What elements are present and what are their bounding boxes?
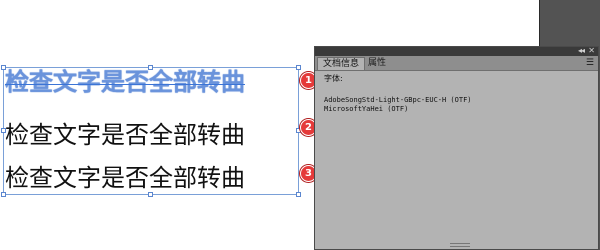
panel-menu-icon[interactable]: ☰ xyxy=(586,58,594,68)
serif-text: 检查文字是否全部转曲 xyxy=(5,121,245,149)
tab-attributes[interactable]: 属性 xyxy=(363,57,391,70)
panel-title-bar[interactable]: ◂◂ ✕ xyxy=(315,46,598,56)
font-list-item: AdobeSongStd-Light-GBpc-EUC-H (OTF) xyxy=(324,96,472,104)
resize-grip-icon[interactable] xyxy=(450,243,470,247)
outlined-text: 检查文字是否全部转曲 xyxy=(5,67,245,96)
panel-tab-bar: 文档信息 属性 ☰ xyxy=(315,56,598,71)
outlined-text-line[interactable]: 检查文字是否全部转曲 xyxy=(5,62,245,97)
serif-text-line[interactable]: 检查文字是否全部转曲 xyxy=(5,115,245,150)
tab-document-info[interactable]: 文档信息 xyxy=(317,57,366,70)
mixed-first-char: 检 xyxy=(5,164,29,192)
mixed-rest-text: 查文字是否全部转曲 xyxy=(29,164,245,192)
frame-handle-top-right[interactable] xyxy=(296,65,301,70)
frame-handle-bottom-right[interactable] xyxy=(296,192,301,197)
outline-baseline xyxy=(5,84,245,85)
document-info-panel: ◂◂ ✕ 文档信息 属性 ☰ 字体: AdobeSongStd-Light-GB… xyxy=(314,46,599,250)
font-list-item: MicrosoftYaHei (OTF) xyxy=(324,105,409,113)
fonts-section-label: 字体: xyxy=(324,74,343,83)
close-icon[interactable]: ✕ xyxy=(588,46,595,56)
panel-content: 字体: AdobeSongStd-Light-GBpc-EUC-H (OTF) … xyxy=(324,74,590,114)
mixed-font-text-line[interactable]: 检查文字是否全部转曲 xyxy=(5,158,245,193)
collapse-icon[interactable]: ◂◂ xyxy=(578,46,585,56)
